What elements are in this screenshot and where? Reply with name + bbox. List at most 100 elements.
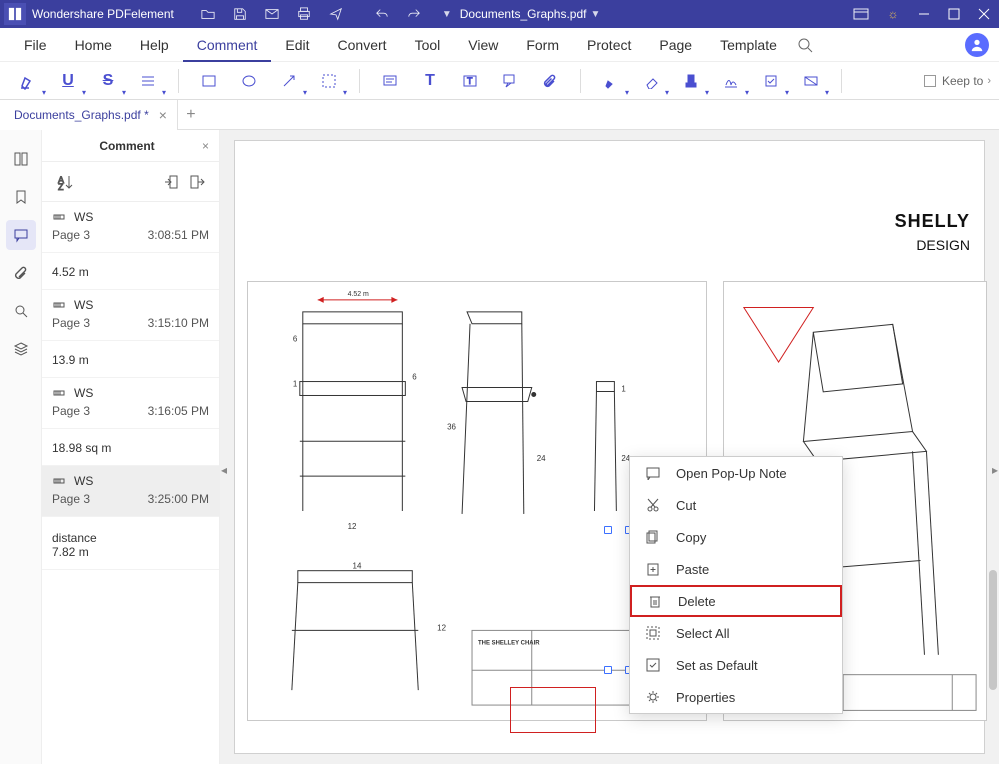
sort-icon[interactable]: AZ [56, 173, 74, 191]
print-icon[interactable] [294, 4, 314, 24]
share-icon[interactable] [326, 4, 346, 24]
bookmarks-icon[interactable] [6, 182, 36, 212]
context-default[interactable]: Set as Default [630, 649, 842, 681]
panel-expand-icon[interactable]: ▸ [989, 460, 999, 480]
comment-author: WS [74, 386, 93, 400]
comment-body: 18.98 sq m [52, 441, 209, 455]
comment-item[interactable]: WS Page 33:25:00 PM [42, 466, 219, 517]
context-note[interactable]: Open Pop-Up Note [630, 457, 842, 489]
paste-icon [644, 560, 662, 578]
menu-form[interactable]: Form [512, 28, 573, 62]
menubar-search-icon[interactable] [797, 37, 813, 53]
menu-page[interactable]: Page [645, 28, 706, 62]
context-selectall[interactable]: Select All [630, 617, 842, 649]
menu-protect[interactable]: Protect [573, 28, 645, 62]
note-tool[interactable] [376, 67, 404, 95]
menu-convert[interactable]: Convert [324, 28, 401, 62]
search-panel-icon[interactable] [6, 296, 36, 326]
mail-icon[interactable] [262, 4, 282, 24]
eraser-tool[interactable]: ▾ [637, 67, 665, 95]
comments-panel-icon[interactable] [6, 220, 36, 250]
document-tab[interactable]: Documents_Graphs.pdf * × [0, 100, 178, 130]
context-copy[interactable]: Copy [630, 521, 842, 553]
menu-tool[interactable]: Tool [401, 28, 455, 62]
panel-collapse-icon[interactable]: ◂ [220, 460, 230, 480]
card-icon[interactable] [851, 4, 871, 24]
user-avatar[interactable] [965, 33, 989, 57]
comment-item[interactable]: WS Page 33:15:10 PM [42, 290, 219, 341]
svg-text:Z: Z [58, 182, 64, 191]
thumbnails-icon[interactable] [6, 144, 36, 174]
comments-panel-title: Comment [99, 139, 154, 153]
document-tabbar: Documents_Graphs.pdf * × + [0, 100, 999, 130]
context-props[interactable]: Properties [630, 681, 842, 713]
underline-tool[interactable]: U▾ [54, 67, 82, 95]
export-comments-icon[interactable] [189, 174, 205, 190]
document-canvas[interactable]: ◂ ▸ SHELLY DESIGN THE SHELLEY CHAIR 4.52… [220, 130, 999, 764]
tab-close-icon[interactable]: × [159, 107, 167, 123]
vertical-scrollbar[interactable] [989, 570, 997, 690]
hide-tool[interactable]: ▾ [797, 67, 825, 95]
rectangle-shape-tool[interactable] [195, 67, 223, 95]
close-window-button[interactable] [969, 0, 999, 28]
attachment-tool[interactable] [536, 67, 564, 95]
attachments-icon[interactable] [6, 258, 36, 288]
add-tab-button[interactable]: + [178, 100, 204, 130]
stamp-tool[interactable]: ▾ [677, 67, 705, 95]
titlebar: Wondershare PDFelement ▼ Documents_Graph… [0, 0, 999, 28]
comment-page: Page 3 [52, 492, 90, 506]
pencil-tool[interactable]: ▾ [597, 67, 625, 95]
context-delete[interactable]: Delete [630, 585, 842, 617]
rectangle-annotation[interactable] [510, 687, 596, 733]
undo-icon[interactable] [372, 4, 392, 24]
context-label: Paste [676, 562, 709, 577]
comment-body-row: distance 7.82 m [42, 517, 219, 570]
keep-checkbox-icon[interactable] [924, 75, 936, 87]
redo-icon[interactable] [404, 4, 424, 24]
tab-label: Documents_Graphs.pdf * [14, 108, 149, 122]
textbox-tool[interactable]: T [456, 67, 484, 95]
comment-time: 3:25:00 PM [148, 492, 209, 506]
list-tool[interactable]: ▾ [134, 67, 162, 95]
menu-file[interactable]: File [10, 28, 61, 62]
layers-icon[interactable] [6, 334, 36, 364]
delete-icon [646, 592, 664, 610]
menu-help[interactable]: Help [126, 28, 183, 62]
svg-text:1: 1 [621, 385, 626, 394]
import-comments-icon[interactable] [163, 174, 179, 190]
save-icon[interactable] [230, 4, 250, 24]
comment-author: WS [74, 210, 93, 224]
measure-tool[interactable]: ▾ [315, 67, 343, 95]
comments-list: WS Page 33:08:51 PM 4.52 m WS Page 33:15… [42, 202, 219, 764]
keep-to-toggle[interactable]: Keep to › [924, 74, 991, 88]
menu-comment[interactable]: Comment [183, 28, 272, 62]
callout-tool[interactable] [496, 67, 524, 95]
keep-to-label: Keep to [942, 74, 983, 88]
menu-edit[interactable]: Edit [271, 28, 323, 62]
app-logo-icon [4, 3, 26, 25]
comments-panel-close-icon[interactable]: × [202, 139, 209, 153]
strikethrough-tool[interactable]: S▾ [94, 67, 122, 95]
svg-text:6: 6 [293, 335, 298, 344]
signature-tool[interactable]: ▾ [717, 67, 745, 95]
comment-item[interactable]: WS Page 33:08:51 PM [42, 202, 219, 253]
maximize-button[interactable] [939, 0, 969, 28]
stamp2-tool[interactable]: ▾ [757, 67, 785, 95]
highlight-tool[interactable]: ▾ [14, 67, 42, 95]
comment-time: 3:15:10 PM [148, 316, 209, 330]
text-tool[interactable]: T [416, 67, 444, 95]
open-icon[interactable] [198, 4, 218, 24]
context-paste[interactable]: Paste [630, 553, 842, 585]
svg-text:1: 1 [293, 380, 298, 389]
minimize-button[interactable] [909, 0, 939, 28]
arrow-shape-tool[interactable]: ▾ [275, 67, 303, 95]
menu-template[interactable]: Template [706, 28, 791, 62]
theme-icon[interactable]: ☼ [883, 4, 903, 24]
svg-text:12: 12 [437, 623, 446, 632]
menu-view[interactable]: View [454, 28, 512, 62]
menu-home[interactable]: Home [61, 28, 126, 62]
comment-body-row: 4.52 m [42, 253, 219, 290]
context-cut[interactable]: Cut [630, 489, 842, 521]
oval-shape-tool[interactable] [235, 67, 263, 95]
comment-item[interactable]: WS Page 33:16:05 PM [42, 378, 219, 429]
